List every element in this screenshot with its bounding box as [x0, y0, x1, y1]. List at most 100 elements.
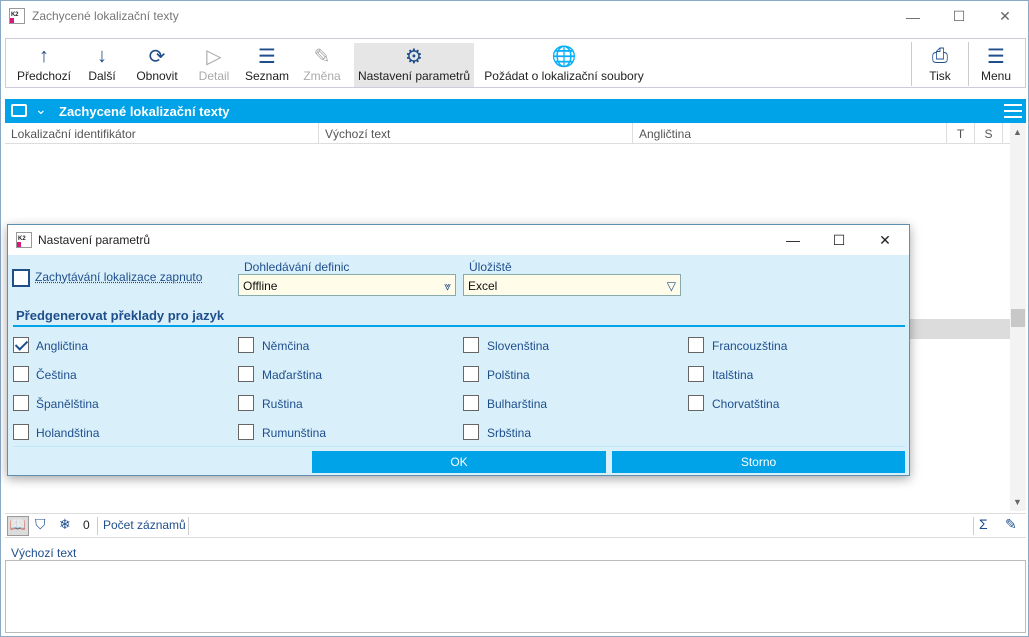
title-bar: K2 Zachycené lokalizační texty — ☐ ✕	[1, 1, 1028, 32]
k2-logo-icon: K2	[16, 232, 32, 248]
lang-checkbox-croatian[interactable]	[688, 395, 704, 411]
chevron-down-icon[interactable]: ⌄	[35, 101, 47, 118]
chevron-down-icon: ▽	[666, 279, 676, 293]
lang-label: Francouzština	[712, 339, 788, 353]
arrow-down-icon: ↓	[97, 44, 107, 67]
grid-menu-icon[interactable]	[1004, 104, 1022, 118]
printer-icon: ⎙	[932, 44, 948, 67]
pencil-icon: ✎	[313, 45, 331, 68]
edit-button[interactable]: ✎ Změna	[300, 43, 344, 87]
sum-icon[interactable]: Σ	[979, 516, 988, 532]
detail-text-box[interactable]	[5, 560, 1026, 633]
gear-icon: ⚙	[405, 45, 423, 68]
lang-label: Angličtina	[36, 339, 89, 353]
lang-label: Španělština	[36, 397, 99, 411]
storage-select[interactable]: Excel ▽	[463, 274, 681, 296]
lang-label: Maďarština	[262, 368, 323, 382]
dialog-footer-divider	[13, 446, 905, 447]
book-view-icon[interactable]: 📖	[7, 516, 29, 536]
lang-checkbox-czech[interactable]	[13, 366, 29, 382]
lang-label: Ruština	[262, 397, 303, 411]
record-count-value: 0	[83, 518, 90, 532]
column-header-identifier[interactable]: Lokalizační identifikátor	[5, 123, 319, 144]
lang-checkbox-german[interactable]	[238, 337, 254, 353]
ok-button[interactable]: OK	[312, 451, 606, 473]
status-bar: 📖 ⛉ ❄ 0 Počet záznamů Σ ✎	[5, 513, 1026, 538]
scroll-down-icon[interactable]: ▼	[1013, 497, 1022, 507]
grid-column-headers: Lokalizační identifikátor Výchozí text A…	[5, 123, 1010, 144]
refresh-icon: ⟳	[148, 45, 166, 68]
detail-label: Výchozí text	[11, 546, 77, 560]
lang-checkbox-romanian[interactable]	[238, 424, 254, 440]
list-button[interactable]: ☰ Seznam	[242, 43, 292, 87]
selected-row[interactable]	[909, 319, 1010, 339]
window-title: Zachycené lokalizační texty	[32, 9, 179, 23]
lang-checkbox-slovak[interactable]	[463, 337, 479, 353]
lang-checkbox-hungarian[interactable]	[238, 366, 254, 382]
cancel-button[interactable]: Storno	[612, 451, 905, 473]
lang-label: Slovenština	[487, 339, 550, 353]
grid-title: Zachycené lokalizační texty	[59, 104, 230, 119]
snowflake-icon[interactable]: ❄	[59, 516, 71, 533]
detail-button[interactable]: ▷ Detail	[194, 43, 234, 87]
lang-label: Chorvatština	[712, 397, 780, 411]
filter-icon[interactable]: ⛉	[35, 516, 46, 533]
close-button[interactable]: ✕	[982, 1, 1028, 32]
hamburger-icon: ☰	[987, 45, 1005, 68]
lang-checkbox-french[interactable]	[688, 337, 704, 353]
storage-label: Úložiště	[469, 260, 512, 274]
lang-label: Srbština	[487, 426, 532, 440]
record-count-button[interactable]: Počet záznamů	[103, 518, 186, 532]
storage-value: Excel	[468, 279, 498, 293]
toolbar-separator	[911, 42, 912, 86]
lang-checkbox-italian[interactable]	[688, 366, 704, 382]
dialog-maximize-button[interactable]: ☐	[816, 225, 862, 255]
request-files-button[interactable]: 🌐 Požádat o lokalizační soubory	[484, 43, 644, 87]
lang-label: Italština	[712, 368, 754, 382]
toolbar-separator	[968, 42, 969, 86]
dialog-close-button[interactable]: ✕	[862, 225, 908, 255]
next-button[interactable]: ↓ Další	[84, 43, 120, 87]
capture-checkbox[interactable]	[12, 269, 30, 287]
print-button[interactable]: ⎙ Tisk	[920, 43, 960, 87]
arrow-up-icon: ↑	[39, 44, 49, 67]
column-header-default-text[interactable]: Výchozí text	[319, 123, 633, 144]
list-icon: ☰	[258, 45, 276, 68]
column-header-english[interactable]: Angličtina	[633, 123, 947, 144]
lookup-label: Dohledávání definic	[244, 260, 350, 274]
capture-label: Zachytávání lokalizace zapnuto	[35, 270, 203, 284]
column-header-t[interactable]: T	[947, 123, 975, 144]
lang-label: Polština	[487, 368, 530, 382]
lang-checkbox-serbian[interactable]	[463, 424, 479, 440]
column-header-s[interactable]: S	[975, 123, 1003, 144]
status-separator	[973, 517, 974, 535]
lang-checkbox-bulgarian[interactable]	[463, 395, 479, 411]
book-icon[interactable]	[11, 104, 27, 117]
lang-label: Čeština	[36, 368, 77, 382]
previous-button[interactable]: ↑ Předchozí	[14, 43, 74, 87]
minimize-button[interactable]: —	[890, 1, 936, 32]
dialog-title-bar: K2 Nastavení parametrů — ☐ ✕	[8, 225, 909, 255]
lang-checkbox-dutch[interactable]	[13, 424, 29, 440]
lang-checkbox-english[interactable]	[13, 337, 29, 353]
toolbar: ↑ Předchozí ↓ Další ⟳ Obnovit ▷ Detail ☰…	[5, 38, 1026, 88]
refresh-button[interactable]: ⟳ Obnovit	[132, 43, 182, 87]
pencil-icon[interactable]: ✎	[1005, 516, 1017, 533]
menu-button[interactable]: ☰ Menu	[976, 43, 1016, 87]
section-divider	[13, 325, 905, 327]
lang-label: Holandština	[36, 426, 100, 440]
lookup-select[interactable]: Offline ⩔	[238, 274, 456, 296]
lang-checkbox-russian[interactable]	[238, 395, 254, 411]
lang-checkbox-polish[interactable]	[463, 366, 479, 382]
lang-checkbox-spanish[interactable]	[13, 395, 29, 411]
dialog-minimize-button[interactable]: —	[770, 225, 816, 255]
dialog-title: Nastavení parametrů	[38, 233, 151, 247]
parameters-button[interactable]: ⚙ Nastavení parametrů	[354, 43, 474, 87]
status-separator	[97, 517, 98, 535]
maximize-button[interactable]: ☐	[936, 1, 982, 32]
lang-label: Rumunština	[262, 426, 327, 440]
scroll-thumb[interactable]	[1011, 309, 1025, 327]
status-separator	[188, 517, 189, 535]
vertical-scrollbar[interactable]: ▲ ▼	[1010, 123, 1026, 511]
scroll-up-icon[interactable]: ▲	[1013, 127, 1022, 137]
